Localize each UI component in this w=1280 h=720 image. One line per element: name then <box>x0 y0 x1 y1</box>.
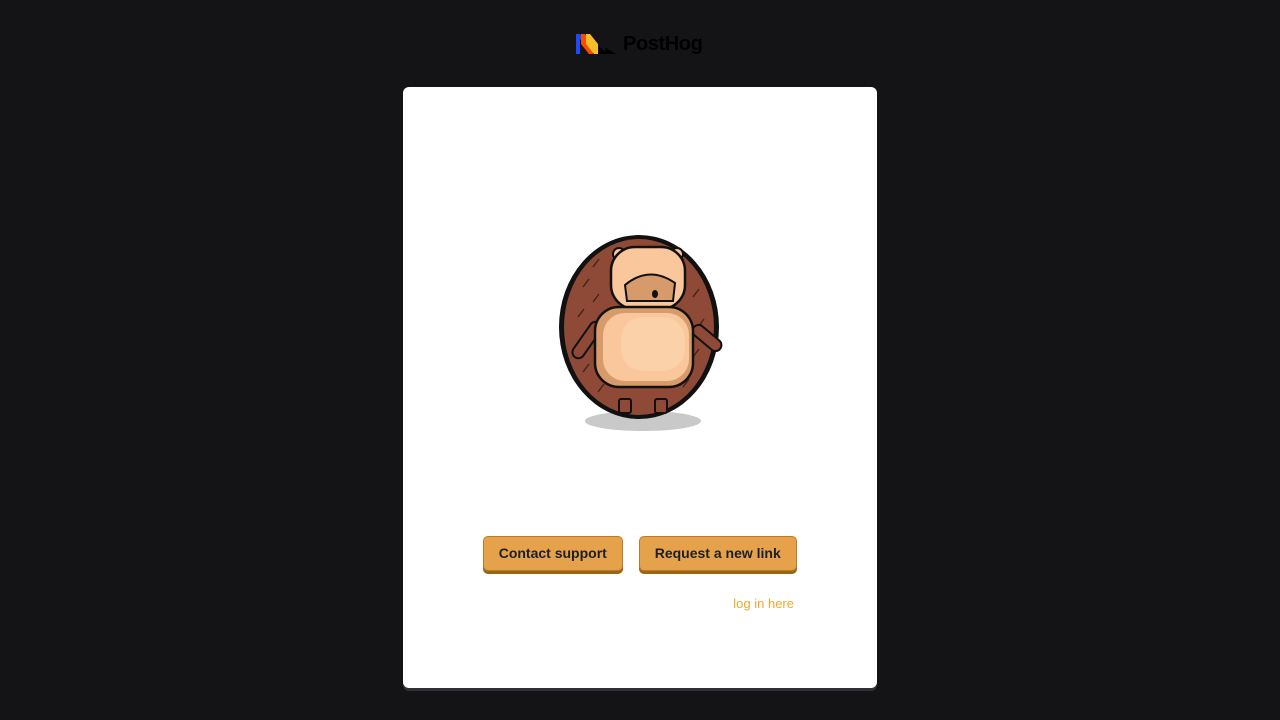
posthog-logo: PostHog <box>576 31 706 57</box>
invite-error-card: Contact support Request a new link log i… <box>403 87 877 688</box>
request-new-link-button[interactable]: Request a new link <box>638 536 797 571</box>
contact-support-button[interactable]: Contact support <box>483 536 623 571</box>
log-in-link[interactable]: log in here <box>733 596 794 611</box>
hedgehog-holding-pillow-illustration <box>559 235 723 431</box>
posthog-logo-icon <box>576 34 616 54</box>
action-buttons: Contact support Request a new link <box>483 536 797 573</box>
brand-name: PostHog <box>623 33 703 55</box>
